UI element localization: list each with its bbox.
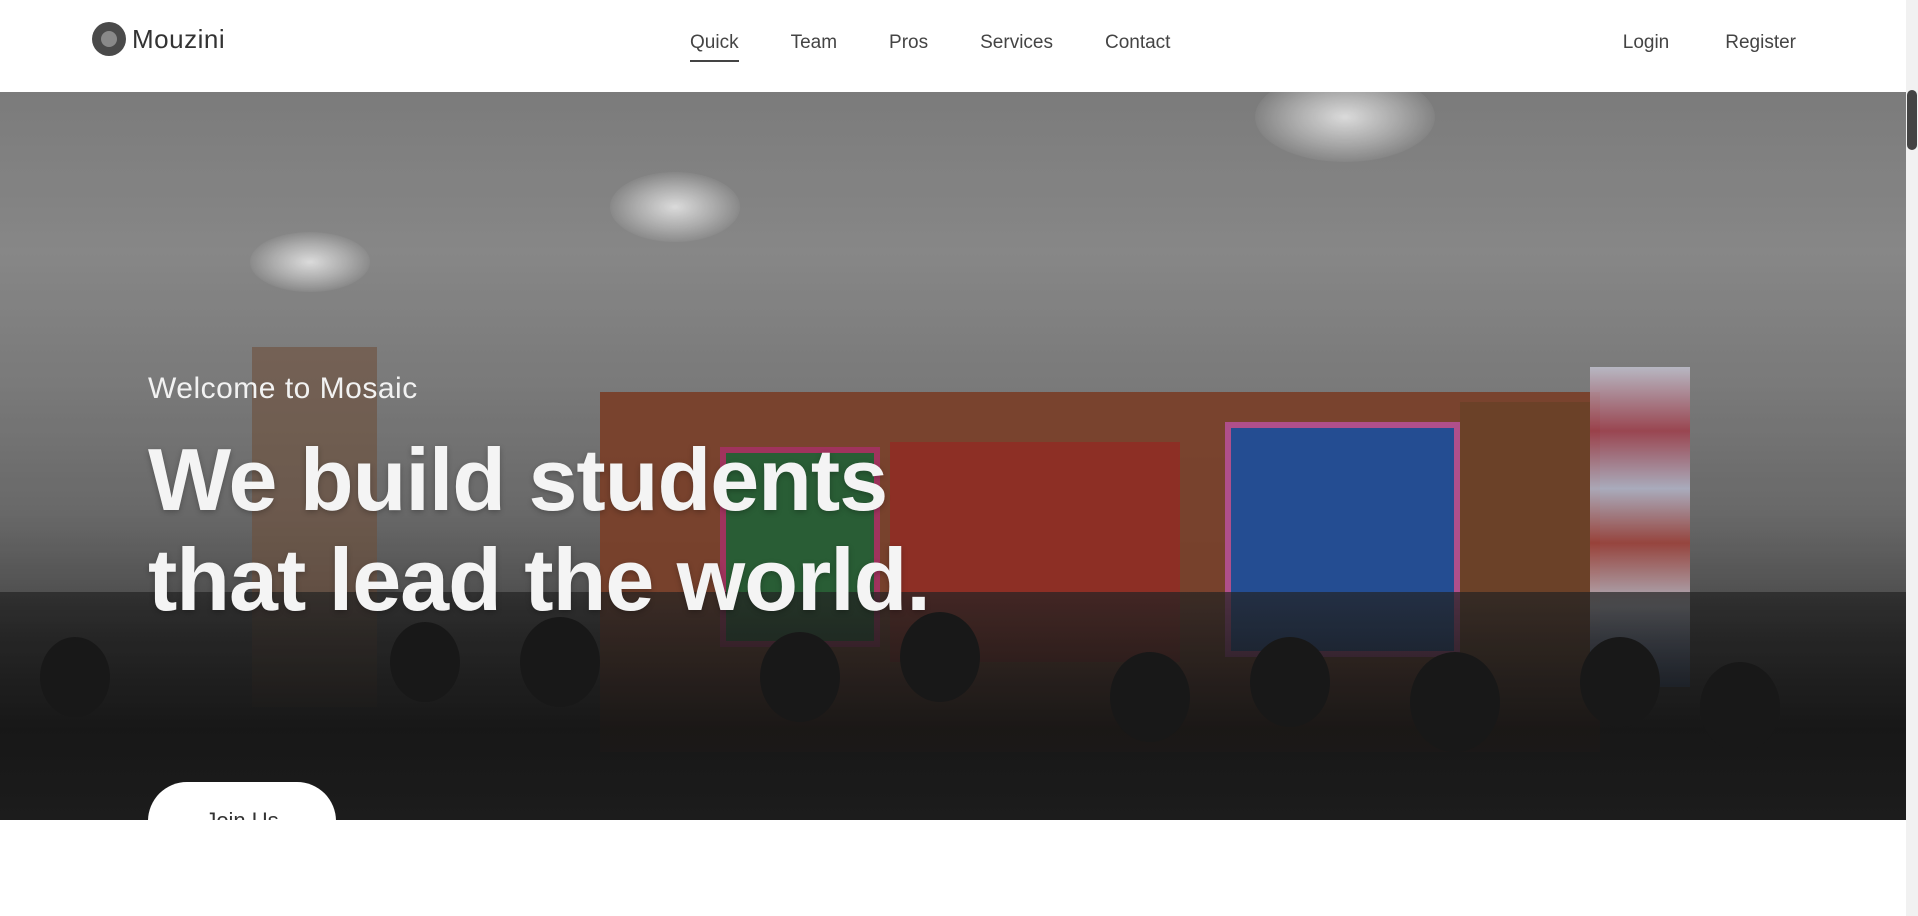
hero-content: Welcome to Mosaic We build students that… (148, 372, 931, 820)
hero-welcome: Welcome to Mosaic (148, 372, 418, 405)
page-scrollbar[interactable] (1906, 0, 1918, 916)
page: Mouzini Quick Team Pros Services Contact… (0, 0, 1918, 916)
login-link[interactable]: Login (1623, 32, 1670, 54)
headline-line-1: We build students (148, 430, 888, 529)
logo-icon (92, 22, 126, 56)
site-header: Mouzini Quick Team Pros Services Contact… (0, 0, 1906, 92)
scrollbar-thumb[interactable] (1907, 90, 1917, 150)
brand-name: Mouzini (132, 23, 226, 54)
content-area (0, 820, 1906, 916)
nav-item-services[interactable]: Services (980, 32, 1053, 62)
hero-section: Welcome to Mosaic We build students that… (0, 92, 1906, 820)
brand-logo[interactable]: Mouzini (92, 22, 225, 56)
nav-item-pros[interactable]: Pros (889, 32, 928, 62)
main-nav: Quick Team Pros Services Contact (690, 32, 1222, 62)
hero-headline: We build students that lead the world. (148, 430, 931, 630)
nav-item-team[interactable]: Team (791, 32, 837, 62)
headline-line-2: that lead the world. (148, 530, 931, 629)
auth-links: Login Register (1623, 32, 1796, 54)
join-us-button[interactable]: Join Us (148, 782, 336, 820)
nav-item-quick[interactable]: Quick (690, 32, 739, 62)
register-link[interactable]: Register (1725, 32, 1796, 54)
nav-item-contact[interactable]: Contact (1105, 32, 1170, 62)
